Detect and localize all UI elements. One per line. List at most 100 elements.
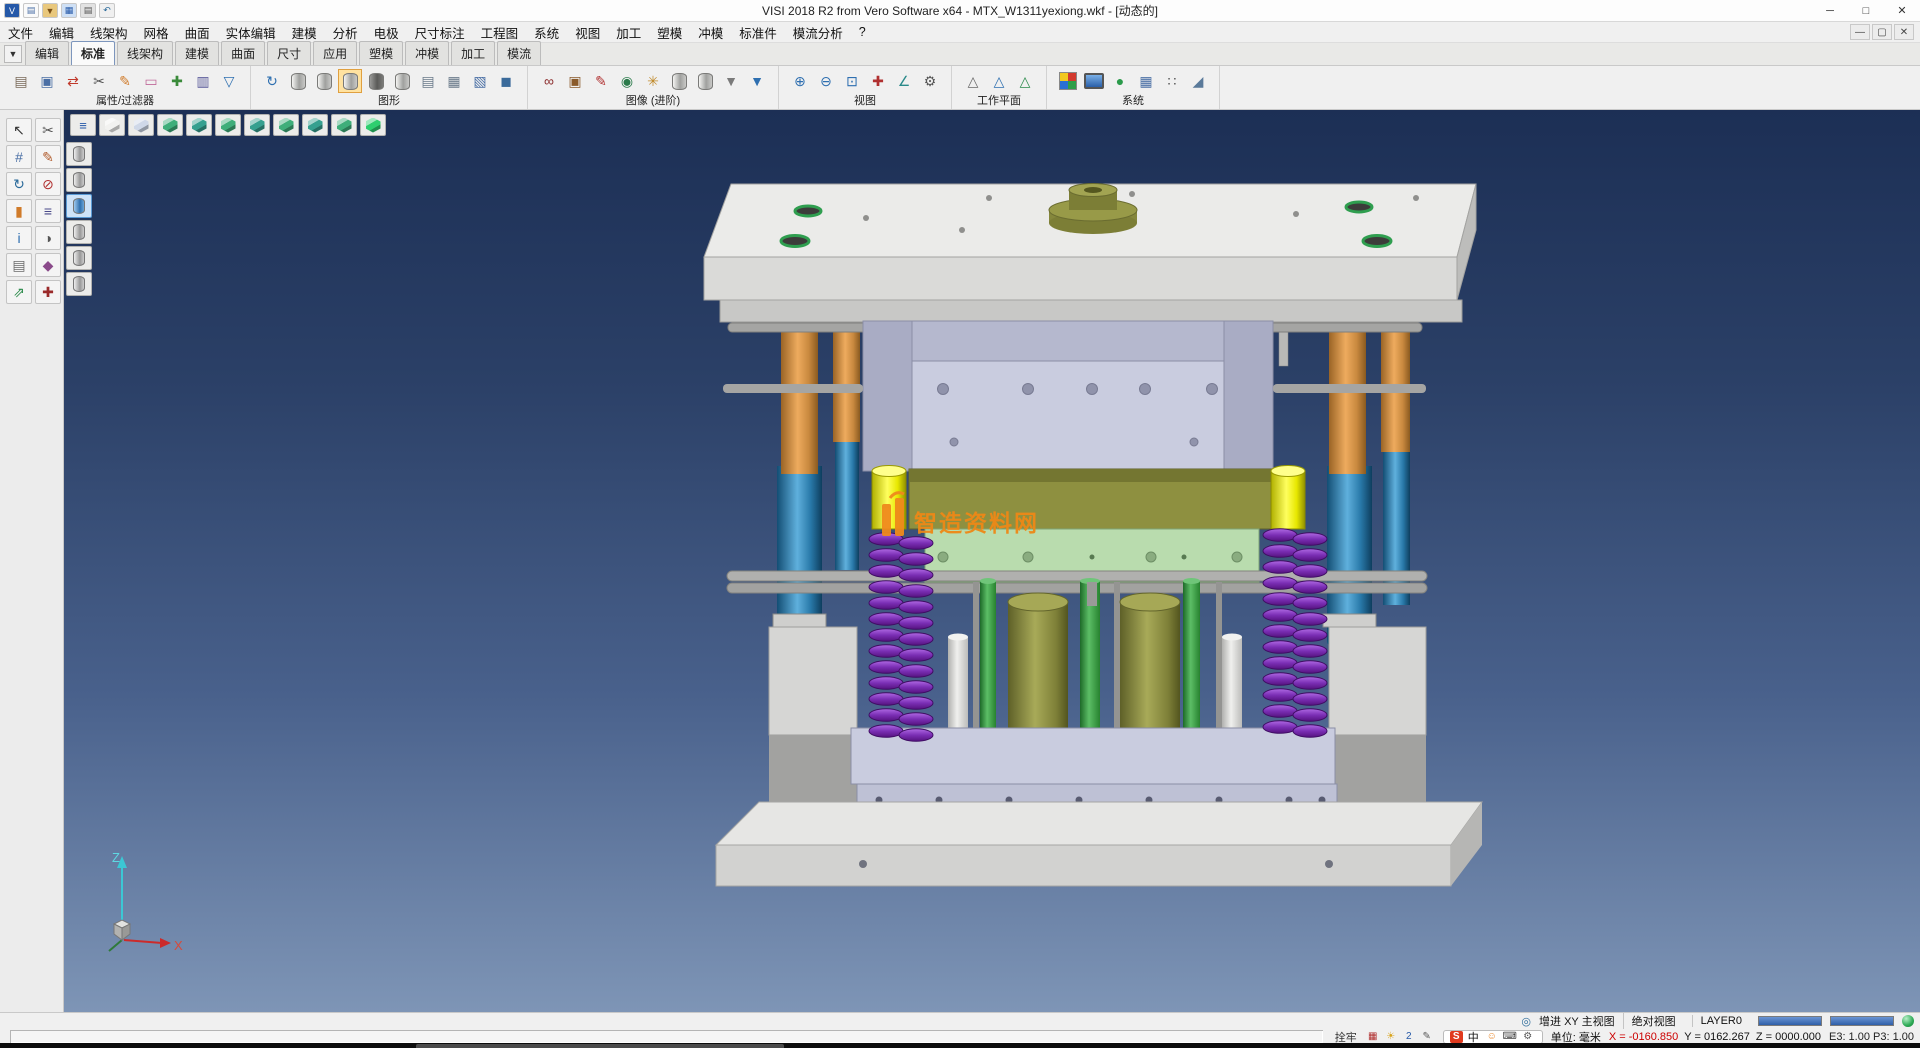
menu-mould[interactable]: 塑模: [649, 21, 690, 44]
menu-flow-analysis[interactable]: 模流分析: [785, 21, 851, 44]
move-filter-icon[interactable]: [165, 69, 189, 93]
workplane-xy-icon[interactable]: [961, 69, 985, 93]
hidden-line-cylinder-icon[interactable]: [312, 69, 336, 93]
layers-icon[interactable]: [35, 199, 61, 223]
tab-modelling[interactable]: 建模: [175, 41, 219, 65]
filter-point-icon[interactable]: [66, 246, 92, 270]
light-toggle-icon[interactable]: ☀: [1383, 1030, 1399, 1043]
info-icon[interactable]: [6, 226, 32, 250]
ime-logo-icon[interactable]: S: [1450, 1031, 1463, 1043]
filter-lock-icon[interactable]: [66, 272, 92, 296]
filter-icon[interactable]: [217, 69, 241, 93]
tab-wireframe[interactable]: 线架构: [117, 41, 173, 65]
undo-icon[interactable]: ↶: [99, 3, 115, 18]
draw-mode-icon[interactable]: [99, 114, 125, 136]
filter-solid-icon[interactable]: [66, 142, 92, 166]
eye-icon[interactable]: [615, 69, 639, 93]
app-logo-icon[interactable]: V: [4, 3, 20, 18]
back-view-icon[interactable]: [215, 114, 241, 136]
table-icon[interactable]: [1134, 69, 1158, 93]
point-grid-icon[interactable]: [1160, 69, 1184, 93]
share-icon[interactable]: [6, 280, 32, 304]
left-view-icon[interactable]: [244, 114, 270, 136]
tab-standard[interactable]: 标准: [71, 41, 115, 65]
dynamic-view-icon[interactable]: [360, 114, 386, 136]
paint-icon[interactable]: [589, 69, 613, 93]
stack-icon[interactable]: [416, 69, 440, 93]
sparkle-icon[interactable]: [641, 69, 665, 93]
dynamic-section-icon[interactable]: [693, 69, 717, 93]
top-view-icon[interactable]: [302, 114, 328, 136]
ime-keyboard-icon[interactable]: ⌨: [1502, 1030, 1518, 1043]
doc-restore-button[interactable]: ▢: [1872, 24, 1892, 40]
box-grid-icon[interactable]: [468, 69, 492, 93]
cylinder-edges-icon[interactable]: [390, 69, 414, 93]
bottom-view-icon[interactable]: [331, 114, 357, 136]
preview-icon[interactable]: [35, 69, 59, 93]
filter-active-icon[interactable]: [66, 194, 92, 218]
swap-filter-icon[interactable]: [61, 69, 85, 93]
view-settings-icon[interactable]: [918, 69, 942, 93]
funnel-section-icon[interactable]: [719, 69, 743, 93]
cut-icon[interactable]: [87, 69, 111, 93]
select-icon[interactable]: [6, 118, 32, 142]
filter-surface-icon[interactable]: [66, 168, 92, 192]
slope-icon[interactable]: [1186, 69, 1210, 93]
fill-icon[interactable]: [6, 199, 32, 223]
menu-help[interactable]: ?: [851, 21, 874, 44]
history-icon[interactable]: [35, 226, 61, 250]
tab-edit[interactable]: 编辑: [25, 41, 69, 65]
notes-icon[interactable]: [6, 253, 32, 277]
status-sphere-icon[interactable]: [1902, 1015, 1914, 1027]
stamp-icon[interactable]: [9, 69, 33, 93]
tab-dimension[interactable]: 尺寸: [267, 41, 311, 65]
axonometric-icon[interactable]: [866, 69, 890, 93]
save-file-icon[interactable]: ▦: [61, 3, 77, 18]
measure-icon[interactable]: [35, 280, 61, 304]
close-button[interactable]: ✕: [1884, 0, 1920, 22]
open-file-icon[interactable]: ▼: [42, 3, 58, 18]
workplane-edit-icon[interactable]: [987, 69, 1011, 93]
tab-surface[interactable]: 曲面: [221, 41, 265, 65]
monitor-icon[interactable]: [1082, 69, 1106, 93]
tab-machining[interactable]: 加工: [451, 41, 495, 65]
zoom-in-icon[interactable]: [788, 69, 812, 93]
tab-stamping[interactable]: 冲模: [405, 41, 449, 65]
annotate-icon[interactable]: ✎: [1419, 1030, 1435, 1043]
doc-minimize-button[interactable]: —: [1850, 24, 1870, 40]
front-view-icon[interactable]: [186, 114, 212, 136]
rotate-icon[interactable]: [6, 172, 32, 196]
layer-indicator[interactable]: LAYER0: [1692, 1015, 1750, 1027]
clip-plane-icon[interactable]: [745, 69, 769, 93]
ime-smiley-icon[interactable]: ☺: [1484, 1030, 1500, 1043]
grid-toggle-icon[interactable]: ▦: [1365, 1030, 1381, 1043]
redraw-icon[interactable]: [260, 69, 284, 93]
delete-icon[interactable]: [35, 172, 61, 196]
palette-icon[interactable]: [35, 253, 61, 277]
snap-grid-icon[interactable]: [6, 145, 32, 169]
view-mode-icon[interactable]: ◎: [1521, 1015, 1531, 1028]
pan-view-icon[interactable]: [128, 114, 154, 136]
view-menu-icon[interactable]: ≡: [70, 114, 96, 136]
iso-view-icon[interactable]: [157, 114, 183, 136]
workplane-align-icon[interactable]: [1013, 69, 1037, 93]
layer2-icon[interactable]: 2: [1401, 1030, 1417, 1043]
wireframe-cylinder-icon[interactable]: [286, 69, 310, 93]
copy-filter-icon[interactable]: [191, 69, 215, 93]
print-icon[interactable]: ▤: [80, 3, 96, 18]
shaded-cylinder-icon[interactable]: [338, 69, 362, 93]
glasses-icon[interactable]: [537, 69, 561, 93]
view-angle-icon[interactable]: [892, 69, 916, 93]
ime-tools-icon[interactable]: ⚙: [1520, 1030, 1536, 1043]
sketch-icon[interactable]: [35, 145, 61, 169]
minimize-button[interactable]: ─: [1812, 0, 1848, 22]
zoom-out-icon[interactable]: [814, 69, 838, 93]
tab-mould[interactable]: 塑模: [359, 41, 403, 65]
absolute-view-label[interactable]: 绝对视图: [1623, 1013, 1684, 1029]
menu-standard-parts[interactable]: 标准件: [731, 21, 785, 44]
new-file-icon[interactable]: ▤: [23, 3, 39, 18]
edit-attributes-icon[interactable]: [113, 69, 137, 93]
menu-machining[interactable]: 加工: [608, 21, 649, 44]
globe-icon[interactable]: [1108, 69, 1132, 93]
menu-stamping[interactable]: 冲模: [690, 21, 731, 44]
